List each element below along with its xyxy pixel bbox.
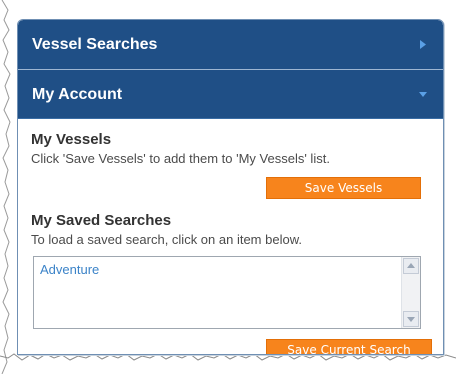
scroll-up-icon (407, 263, 415, 268)
my-account-header[interactable]: My Account (18, 70, 443, 119)
saved-searches-content: My Saved Searches To load a saved search… (18, 206, 313, 247)
list-scrollbar[interactable] (401, 257, 420, 328)
save-vessels-button[interactable]: Save Vessels (266, 177, 421, 199)
my-account-label: My Account (32, 86, 123, 103)
save-current-search-button[interactable]: Save Current Search (266, 339, 432, 354)
scroll-down-icon (407, 317, 415, 322)
scroll-down-button[interactable] (403, 311, 419, 327)
saved-searches-heading: My Saved Searches (31, 212, 172, 229)
saved-searches-list[interactable]: Adventure (33, 256, 421, 329)
vessel-searches-header[interactable]: Vessel Searches (18, 20, 443, 70)
my-vessels-heading: My Vessels (31, 131, 112, 148)
list-item[interactable]: Adventure (40, 262, 99, 277)
my-account-content: My Vessels Click 'Save Vessels' to add t… (18, 119, 443, 166)
saved-searches-description: To load a saved search, click on an item… (31, 232, 302, 247)
vessel-searches-label: Vessel Searches (32, 36, 158, 53)
arrow-right-icon (420, 40, 426, 49)
sidebar-panel: Vessel Searches My Account My Vessels Cl… (17, 19, 444, 355)
scroll-up-button[interactable] (403, 258, 419, 274)
my-vessels-description: Click 'Save Vessels' to add them to 'My … (31, 151, 330, 166)
arrow-down-icon (419, 92, 427, 97)
